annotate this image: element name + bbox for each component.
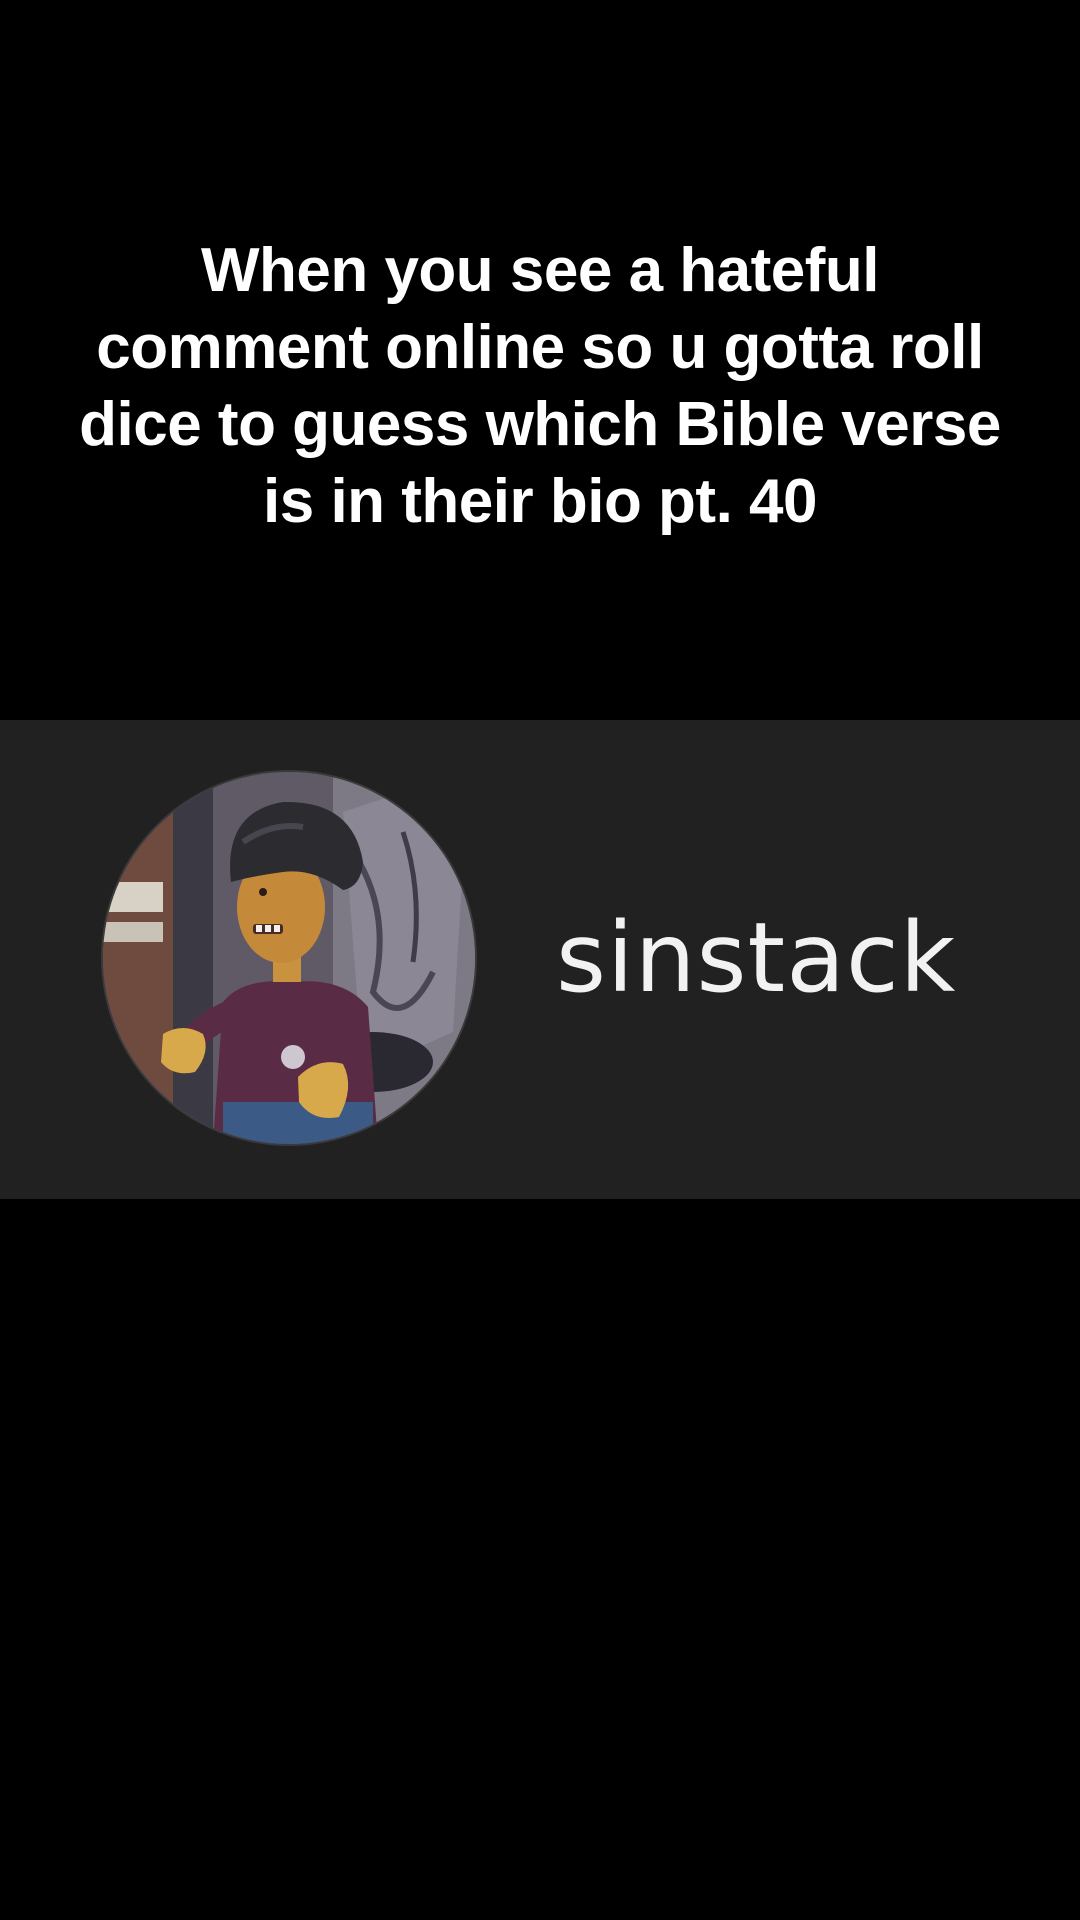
profile-avatar xyxy=(103,772,475,1144)
username-label[interactable]: sinstack xyxy=(556,902,956,1014)
claymation-character-avatar-image xyxy=(103,772,475,1144)
profile-card: sinstack xyxy=(0,720,1080,1199)
video-caption: When you see a hateful comment online so… xyxy=(79,236,1001,536)
